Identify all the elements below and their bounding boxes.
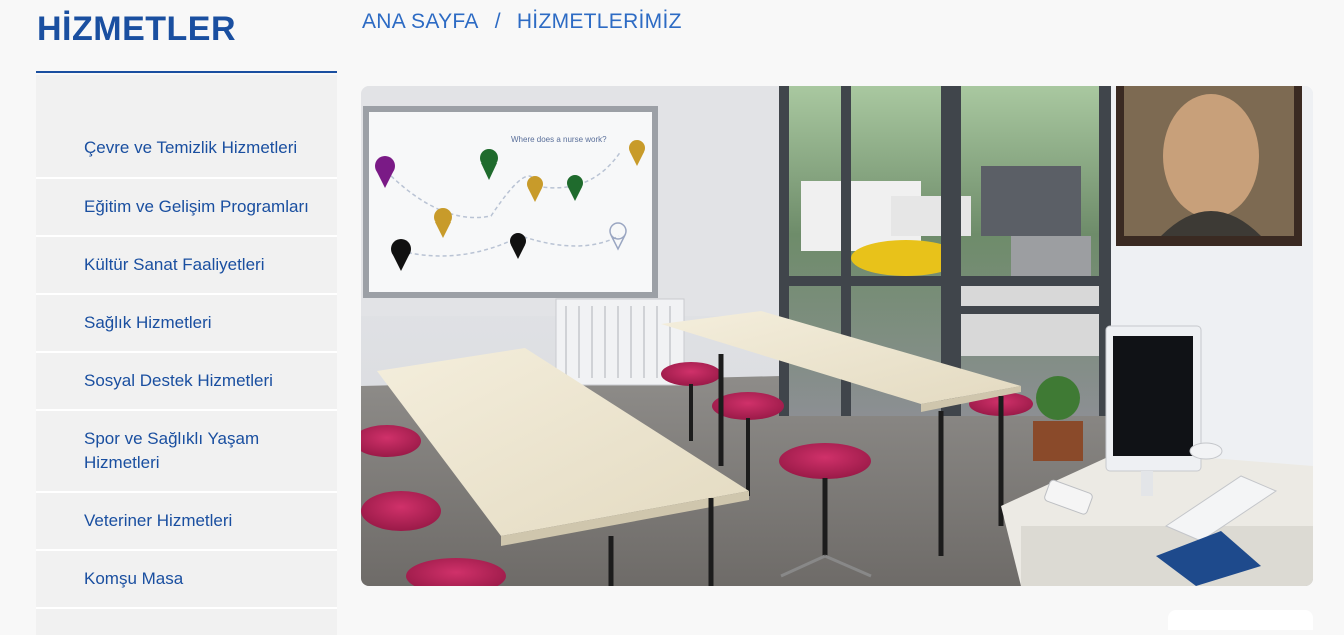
sidebar-item-label: Kültür Sanat Faaliyetleri (84, 255, 265, 274)
hero-classroom-photo: Where does a nurse work? (361, 86, 1313, 586)
sidebar-item-label: Sağlık Hizmetleri (84, 313, 212, 332)
sidebar-item-label: Spor ve Sağlıklı Yaşam Hizmetleri (84, 429, 260, 472)
sidebar-item-label: Çevre ve Temizlik Hizmetleri (84, 138, 298, 157)
breadcrumb: ANA SAYFA / HİZMETLERİMİZ (362, 10, 682, 34)
sidebar-item-cevre-temizlik[interactable]: Çevre ve Temizlik Hizmetleri (36, 75, 337, 179)
sidebar-item-egitim-gelisim[interactable]: Eğitim ve Gelişim Programları (36, 179, 337, 237)
breadcrumb-current[interactable]: HİZMETLERİMİZ (517, 10, 682, 34)
sidebar-item-label: Sosyal Destek Hizmetleri (84, 371, 273, 390)
whiteboard-caption: Where does a nurse work? (511, 135, 607, 144)
sidebar-item-spor-saglikli-yasam[interactable]: Spor ve Sağlıklı Yaşam Hizmetleri (36, 411, 337, 493)
sidebar-item-label: Veteriner Hizmetleri (84, 511, 233, 530)
sidebar-item-label: Komşu Masa (84, 569, 184, 588)
sidebar-item-label: Eğitim ve Gelişim Programları (84, 197, 309, 216)
sidebar-item-sosyal-destek[interactable]: Sosyal Destek Hizmetleri (36, 353, 337, 411)
sidebar-menu: Çevre ve Temizlik Hizmetleri Eğitim ve G… (36, 75, 337, 635)
sidebar-divider (36, 71, 337, 73)
sidebar-title: HİZMETLER (37, 10, 237, 48)
sidebar-item-saglik[interactable]: Sağlık Hizmetleri (36, 295, 337, 353)
sidebar-item-kultur-sanat[interactable]: Kültür Sanat Faaliyetleri (36, 237, 337, 295)
sidebar-item-veteriner[interactable]: Veteriner Hizmetleri (36, 493, 337, 551)
breadcrumb-separator: / (494, 10, 501, 33)
sidebar-item-komsu-masa[interactable]: Komşu Masa (36, 551, 337, 609)
breadcrumb-home-link[interactable]: ANA SAYFA (362, 10, 479, 34)
content-card (1168, 610, 1313, 630)
